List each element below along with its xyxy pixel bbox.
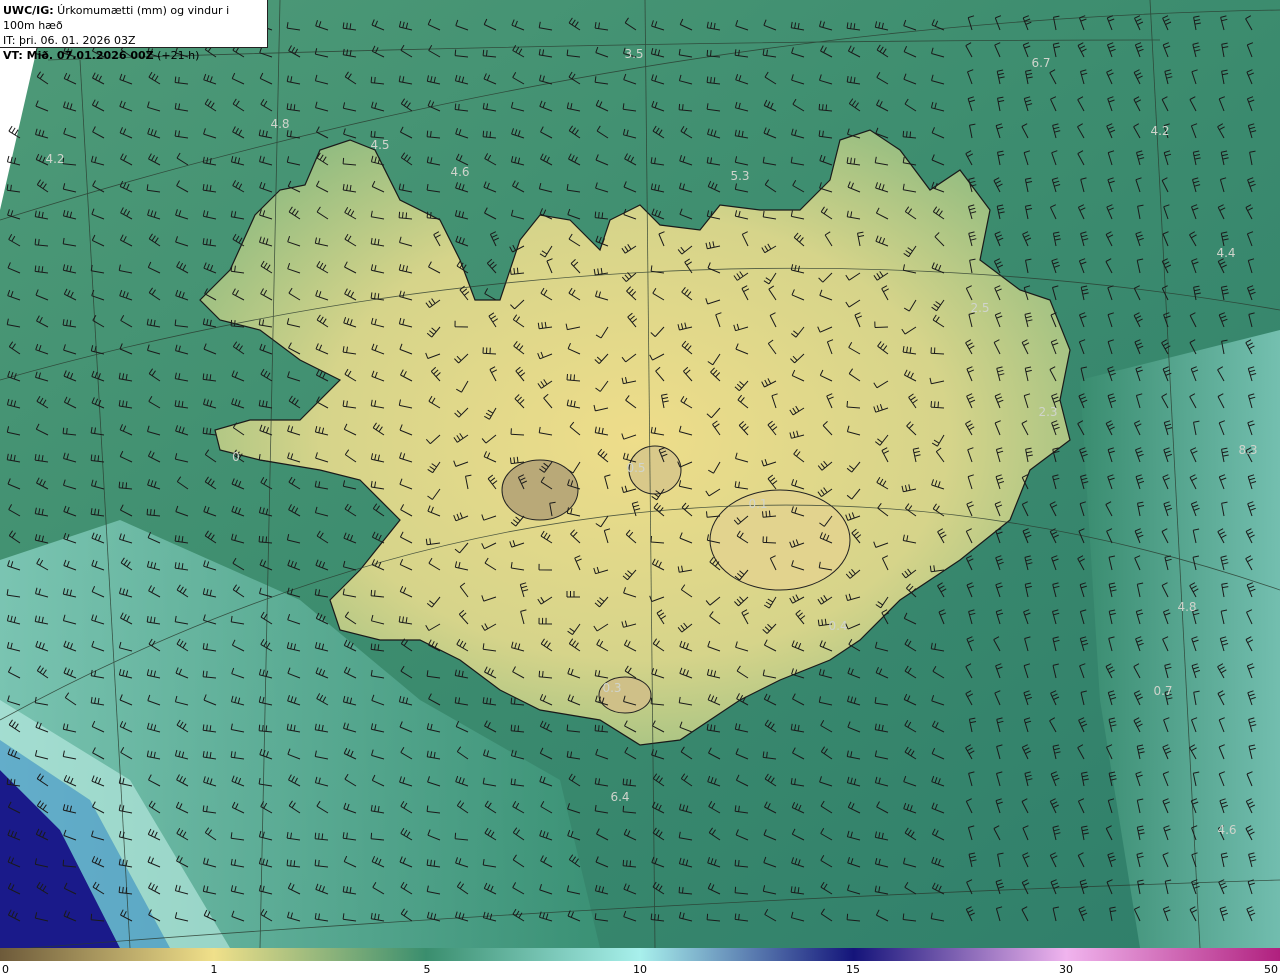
value-label: 0.7 bbox=[1153, 684, 1172, 698]
model-tag: UWC/IG: bbox=[3, 4, 54, 17]
value-label: 2.5 bbox=[970, 301, 989, 315]
colorbar-tick: 50 bbox=[1264, 963, 1278, 976]
value-label: 0.5 bbox=[626, 461, 645, 475]
colorbar-tick: 0 bbox=[2, 963, 9, 976]
valid-time-line: VT: Mið. 07.01.2026 00Z (+21 h) bbox=[3, 48, 264, 63]
lead-time: (+21 h) bbox=[153, 49, 200, 62]
value-label: 5.3 bbox=[730, 169, 749, 183]
header-box: UWC/IG: Úrkomumætti (mm) og vindur i 100… bbox=[0, 0, 268, 62]
value-label: 4.4 bbox=[1216, 246, 1235, 260]
colorbar-tick: 30 bbox=[1059, 963, 1073, 976]
issue-time: IT: þri. 06. 01. 2026 03Z bbox=[3, 34, 136, 47]
value-label: 4.6 bbox=[1217, 823, 1236, 837]
value-label: 3.5 bbox=[624, 47, 643, 61]
valid-time: VT: Mið. 07.01.2026 00Z bbox=[3, 49, 154, 62]
value-label: 6.4 bbox=[610, 790, 629, 804]
precipitation-map: 3.5 6.7 4.8 4.5 4.2 4.6 5.3 4.2 4.4 2.5 2.3 8.3 0 0.5… bbox=[0, 0, 1280, 948]
value-label: 4.2 bbox=[45, 152, 64, 166]
value-label: 0 bbox=[232, 450, 240, 464]
colorbar-tick: 1 bbox=[210, 963, 218, 976]
value-label: 8.3 bbox=[1238, 443, 1257, 457]
value-label: 0.1 bbox=[748, 497, 767, 511]
value-label: 4.8 bbox=[270, 117, 289, 131]
value-label: 0.3 bbox=[602, 681, 621, 695]
value-label: 0.4 bbox=[828, 619, 847, 633]
colorbar: 0 1 5 10 15 30 50 bbox=[0, 948, 1280, 978]
value-label: 2.3 bbox=[1038, 405, 1057, 419]
value-label: 4.2 bbox=[1150, 124, 1169, 138]
value-label: 4.6 bbox=[450, 165, 469, 179]
value-label: 4.8 bbox=[1177, 600, 1196, 614]
value-label: 6.7 bbox=[1031, 56, 1050, 70]
colorbar-tick: 5 bbox=[423, 963, 431, 976]
title-line: UWC/IG: Úrkomumætti (mm) og vindur i 100… bbox=[3, 3, 264, 33]
colorbar-tick: 10 bbox=[633, 963, 647, 976]
colorbar-strip bbox=[0, 948, 1280, 961]
colorbar-tick: 15 bbox=[846, 963, 860, 976]
value-label: 4.5 bbox=[370, 138, 389, 152]
